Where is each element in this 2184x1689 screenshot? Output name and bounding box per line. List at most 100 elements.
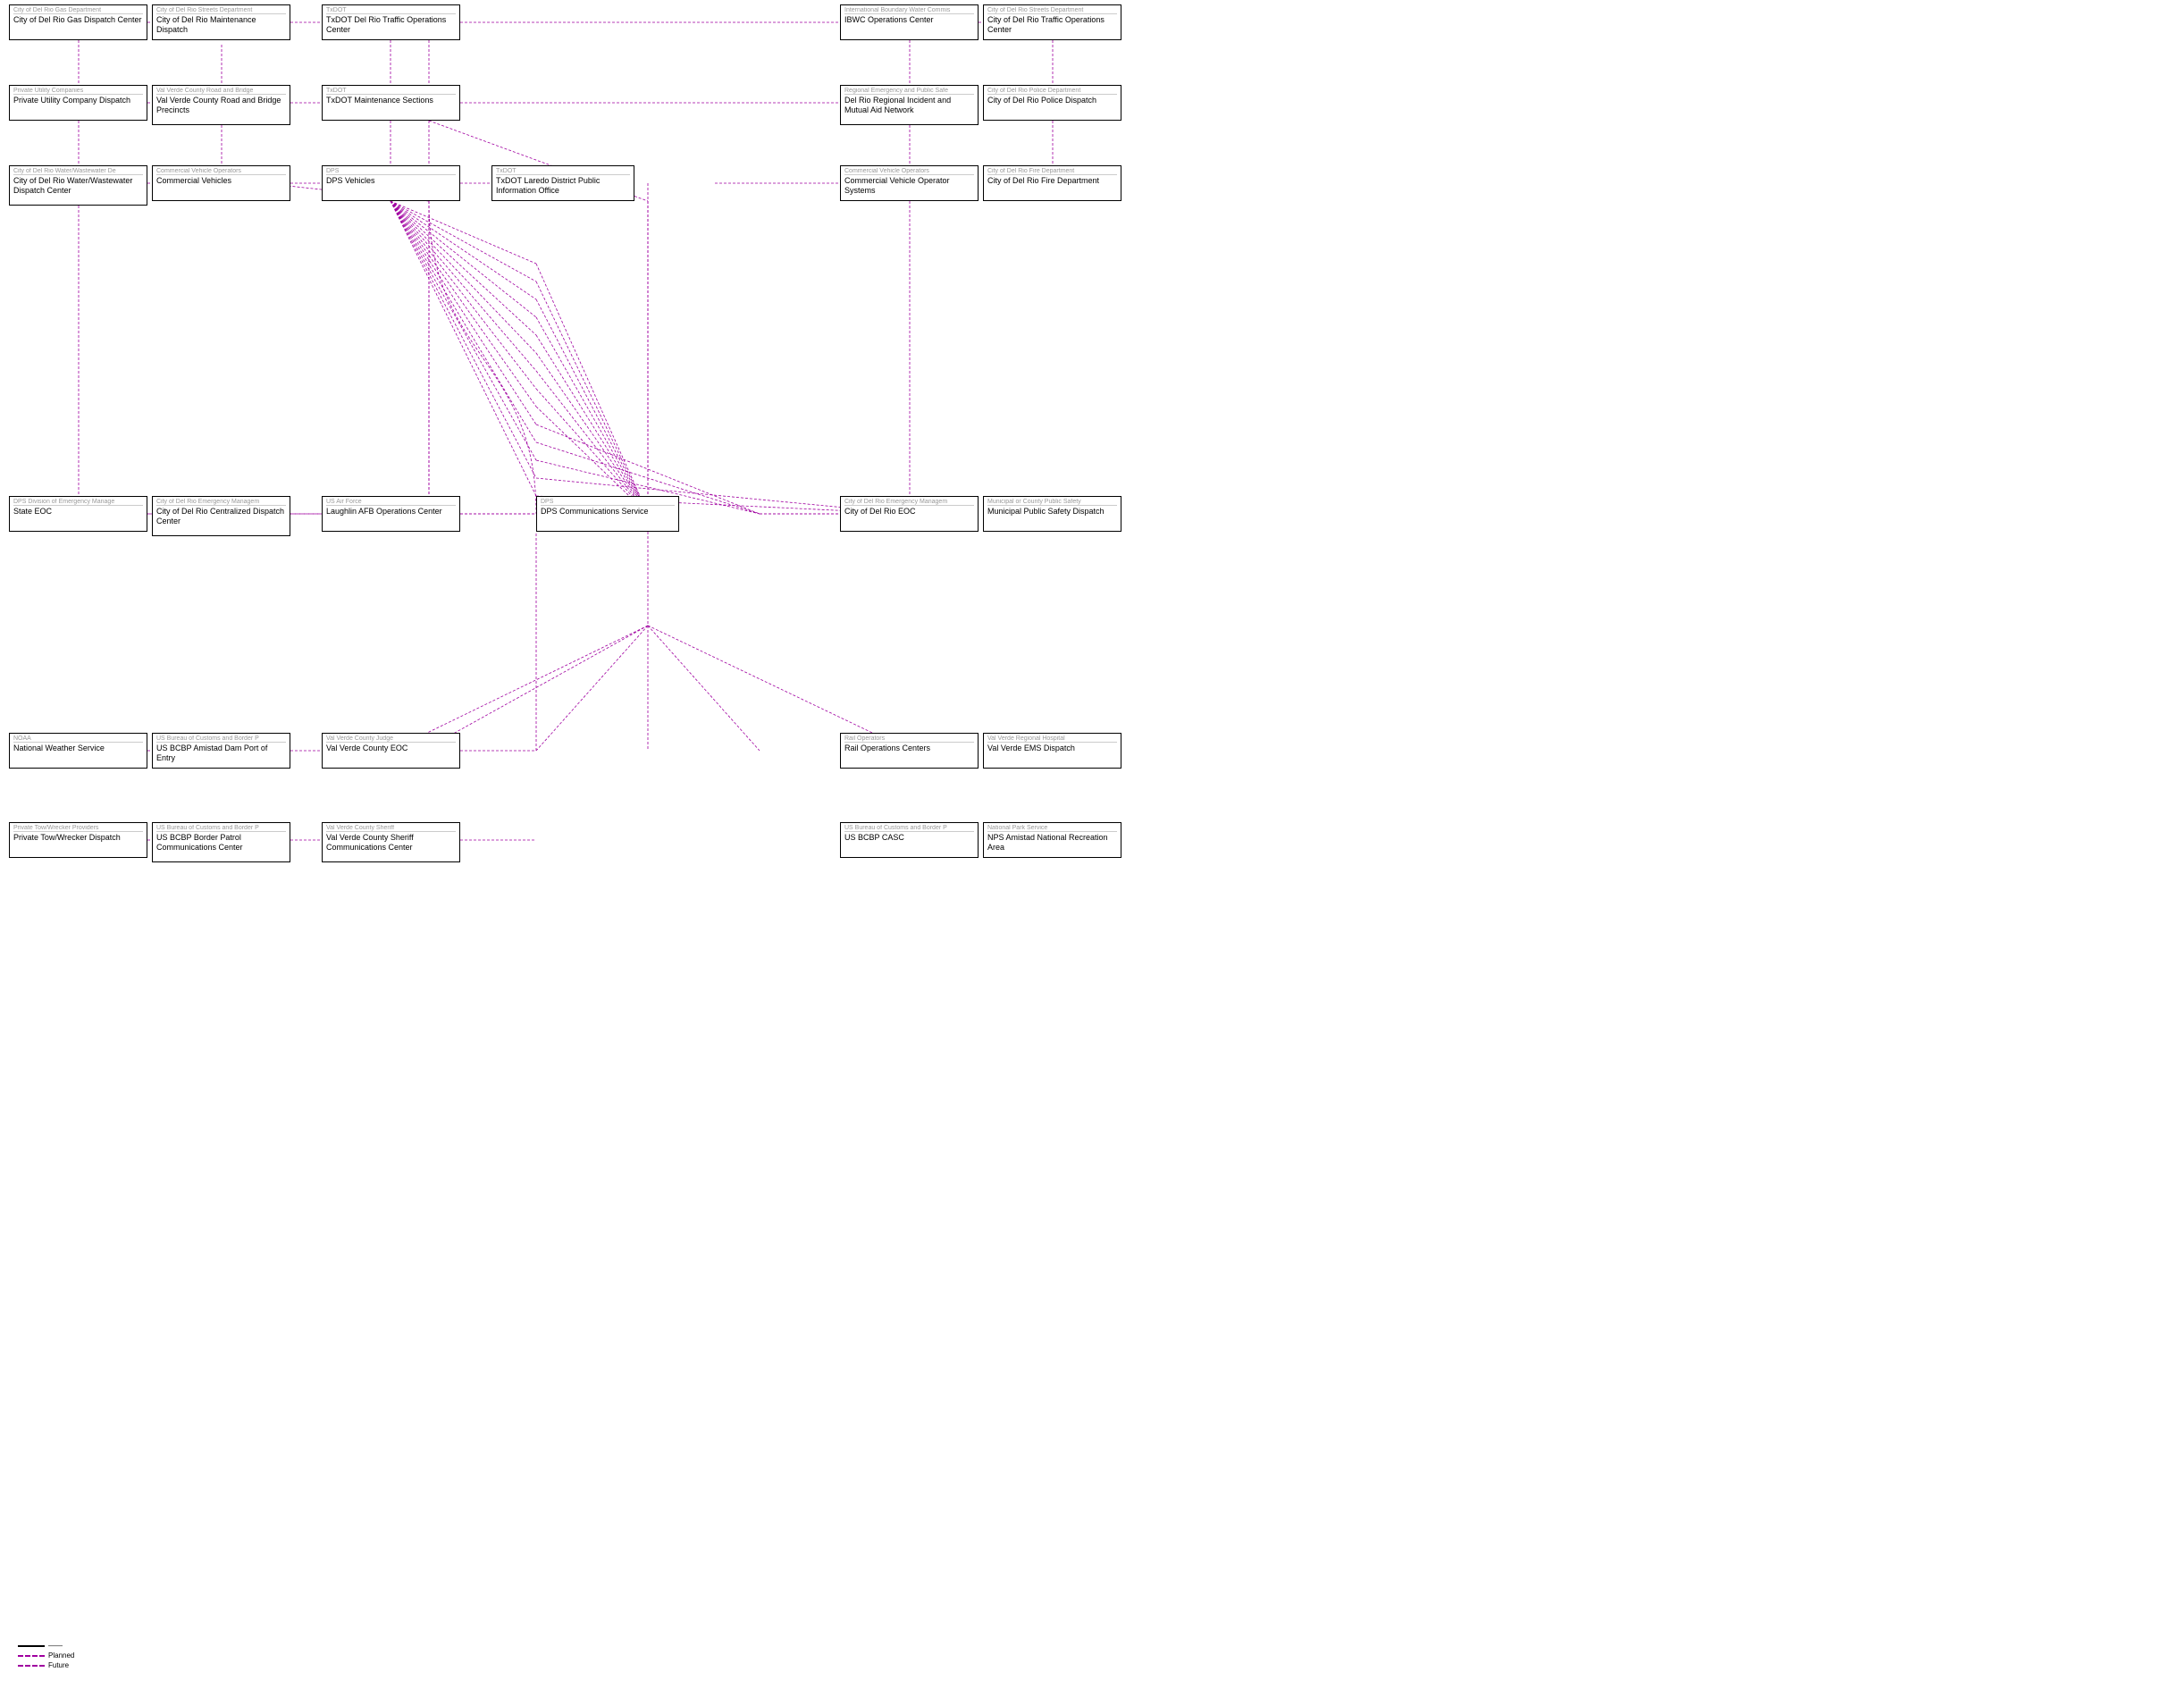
node-n23: NOAANational Weather Service: [9, 733, 147, 769]
node-n32: National Park ServiceNPS Amistad Nationa…: [983, 822, 1121, 858]
node-category-n8: TxDOT: [326, 88, 456, 95]
node-n8: TxDOTTxDOT Maintenance Sections: [322, 85, 460, 121]
node-n17: DPS Division of Emergency ManageState EO…: [9, 496, 147, 532]
node-n22: Municipal or County Public SafetyMunicip…: [983, 496, 1121, 532]
node-title-n20: DPS Communications Service: [541, 507, 675, 517]
node-category-n26: Rail Operators: [844, 735, 974, 743]
node-title-n5: City of Del Rio Traffic Operations Cente…: [987, 15, 1117, 35]
node-n26: Rail OperatorsRail Operations Centers: [840, 733, 979, 769]
node-n30: Val Verde County SheriffVal Verde County…: [322, 822, 460, 862]
node-n10: City of Del Rio Police DepartmentCity of…: [983, 85, 1121, 121]
node-title-n12: Commercial Vehicles: [156, 176, 286, 186]
node-title-n7: Val Verde County Road and Bridge Precinc…: [156, 96, 286, 115]
legend-label: Future: [48, 1661, 69, 1669]
legend: ——PlannedFuture: [18, 1642, 74, 1671]
node-category-n22: Municipal or County Public Safety: [987, 499, 1117, 506]
node-category-n10: City of Del Rio Police Department: [987, 88, 1117, 95]
legend-label: Planned: [48, 1651, 74, 1660]
node-n24: US Bureau of Customs and Border PUS BCBP…: [152, 733, 290, 769]
node-title-n18: City of Del Rio Centralized Dispatch Cen…: [156, 507, 286, 526]
node-category-n13: DPS: [326, 168, 456, 175]
node-category-n14: TxDOT: [496, 168, 630, 175]
node-n5: City of Del Rio Streets DepartmentCity o…: [983, 4, 1121, 40]
node-n18: City of Del Rio Emergency ManagemCity of…: [152, 496, 290, 536]
node-n25: Val Verde County JudgeVal Verde County E…: [322, 733, 460, 769]
node-category-n2: City of Del Rio Streets Department: [156, 7, 286, 14]
node-category-n21: City of Del Rio Emergency Managem: [844, 499, 974, 506]
node-title-n32: NPS Amistad National Recreation Area: [987, 833, 1117, 853]
node-n1: City of Del Rio Gas DepartmentCity of De…: [9, 4, 147, 40]
node-n19: US Air ForceLaughlin AFB Operations Cent…: [322, 496, 460, 532]
node-title-n13: DPS Vehicles: [326, 176, 456, 186]
node-title-n1: City of Del Rio Gas Dispatch Center: [13, 15, 143, 25]
node-title-n21: City of Del Rio EOC: [844, 507, 974, 517]
node-n9: Regional Emergency and Public SafeDel Ri…: [840, 85, 979, 125]
node-title-n26: Rail Operations Centers: [844, 744, 974, 753]
node-n14: TxDOTTxDOT Laredo District Public Inform…: [491, 165, 634, 201]
node-n6: Private Utility CompaniesPrivate Utility…: [9, 85, 147, 121]
node-category-n12: Commercial Vehicle Operators: [156, 168, 286, 175]
node-title-n9: Del Rio Regional Incident and Mutual Aid…: [844, 96, 974, 115]
node-n15: Commercial Vehicle OperatorsCommercial V…: [840, 165, 979, 201]
node-category-n4: International Boundary Water Commis: [844, 7, 974, 14]
node-category-n28: Private Tow/Wrecker Providers: [13, 825, 143, 832]
node-category-n27: Val Verde Regional Hospital: [987, 735, 1117, 743]
node-n20: DPSDPS Communications Service: [536, 496, 679, 532]
diagram-container: City of Del Rio Gas DepartmentCity of De…: [0, 0, 2184, 1689]
node-n31: US Bureau of Customs and Border PUS BCBP…: [840, 822, 979, 858]
legend-line: [18, 1655, 45, 1657]
node-category-n11: City of Del Rio Water/Wastewater De: [13, 168, 143, 175]
node-title-n27: Val Verde EMS Dispatch: [987, 744, 1117, 753]
node-category-n20: DPS: [541, 499, 675, 506]
node-n4: International Boundary Water CommisIBWC …: [840, 4, 979, 40]
node-n27: Val Verde Regional HospitalVal Verde EMS…: [983, 733, 1121, 769]
node-n11: City of Del Rio Water/Wastewater DeCity …: [9, 165, 147, 206]
legend-line: [18, 1645, 45, 1647]
node-category-n23: NOAA: [13, 735, 143, 743]
node-category-n5: City of Del Rio Streets Department: [987, 7, 1117, 14]
node-title-n24: US BCBP Amistad Dam Port of Entry: [156, 744, 286, 763]
node-n7: Val Verde County Road and BridgeVal Verd…: [152, 85, 290, 125]
node-title-n2: City of Del Rio Maintenance Dispatch: [156, 15, 286, 35]
node-title-n28: Private Tow/Wrecker Dispatch: [13, 833, 143, 843]
node-category-n29: US Bureau of Customs and Border P: [156, 825, 286, 832]
node-category-n6: Private Utility Companies: [13, 88, 143, 95]
legend-label: ——: [48, 1642, 63, 1650]
node-n21: City of Del Rio Emergency ManagemCity of…: [840, 496, 979, 532]
node-title-n3: TxDOT Del Rio Traffic Operations Center: [326, 15, 456, 35]
node-category-n19: US Air Force: [326, 499, 456, 506]
node-title-n8: TxDOT Maintenance Sections: [326, 96, 456, 105]
node-category-n7: Val Verde County Road and Bridge: [156, 88, 286, 95]
node-title-n4: IBWC Operations Center: [844, 15, 974, 25]
node-title-n25: Val Verde County EOC: [326, 744, 456, 753]
node-title-n6: Private Utility Company Dispatch: [13, 96, 143, 105]
node-n3: TxDOTTxDOT Del Rio Traffic Operations Ce…: [322, 4, 460, 40]
node-n13: DPSDPS Vehicles: [322, 165, 460, 201]
node-category-n25: Val Verde County Judge: [326, 735, 456, 743]
node-title-n19: Laughlin AFB Operations Center: [326, 507, 456, 517]
node-title-n31: US BCBP CASC: [844, 833, 974, 843]
node-n29: US Bureau of Customs and Border PUS BCBP…: [152, 822, 290, 862]
node-title-n23: National Weather Service: [13, 744, 143, 753]
node-title-n15: Commercial Vehicle Operator Systems: [844, 176, 974, 196]
node-n16: City of Del Rio Fire DepartmentCity of D…: [983, 165, 1121, 201]
node-category-n30: Val Verde County Sheriff: [326, 825, 456, 832]
node-category-n32: National Park Service: [987, 825, 1117, 832]
legend-item: Future: [18, 1661, 74, 1669]
node-category-n16: City of Del Rio Fire Department: [987, 168, 1117, 175]
node-title-n17: State EOC: [13, 507, 143, 517]
node-title-n14: TxDOT Laredo District Public Information…: [496, 176, 630, 196]
legend-line: [18, 1665, 45, 1667]
legend-item: Planned: [18, 1651, 74, 1660]
node-title-n16: City of Del Rio Fire Department: [987, 176, 1117, 186]
node-category-n18: City of Del Rio Emergency Managem: [156, 499, 286, 506]
node-category-n24: US Bureau of Customs and Border P: [156, 735, 286, 743]
node-n12: Commercial Vehicle OperatorsCommercial V…: [152, 165, 290, 201]
node-n2: City of Del Rio Streets DepartmentCity o…: [152, 4, 290, 40]
node-category-n1: City of Del Rio Gas Department: [13, 7, 143, 14]
node-title-n11: City of Del Rio Water/Wastewater Dispatc…: [13, 176, 143, 196]
legend-item: ——: [18, 1642, 74, 1650]
node-category-n31: US Bureau of Customs and Border P: [844, 825, 974, 832]
node-category-n15: Commercial Vehicle Operators: [844, 168, 974, 175]
node-n28: Private Tow/Wrecker ProvidersPrivate Tow…: [9, 822, 147, 858]
